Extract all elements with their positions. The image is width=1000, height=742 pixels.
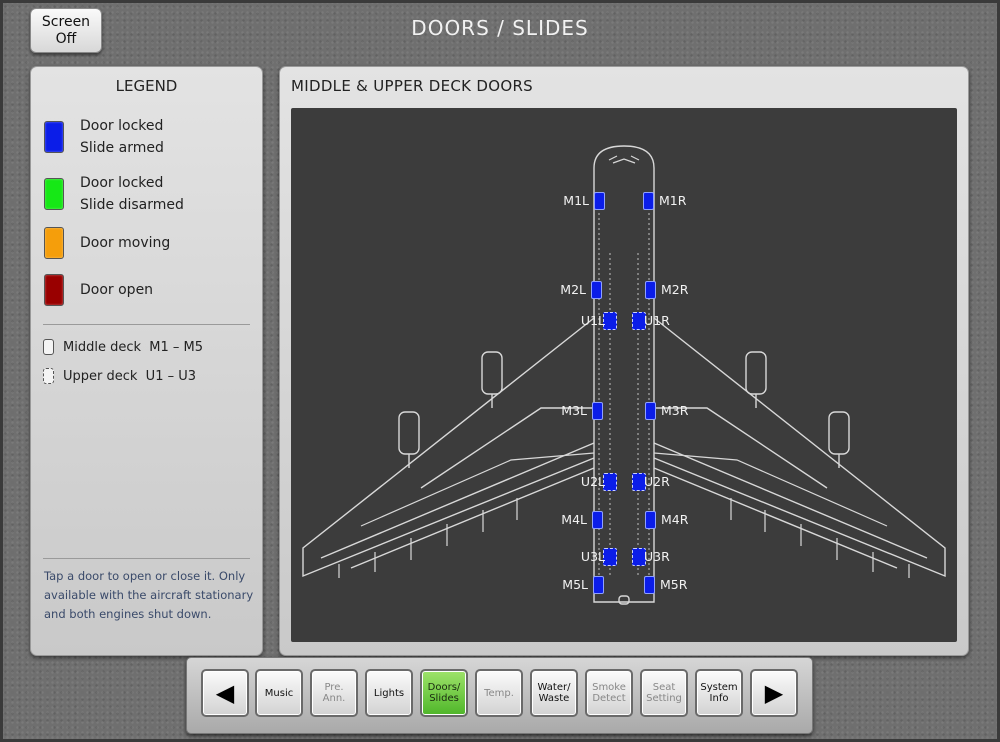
nav-button-label: Music (264, 687, 294, 699)
nav-button-label: Smoke Detect (592, 682, 626, 704)
help-note: Tap a door to open or close it. Only ava… (44, 569, 254, 621)
legend-label: Slide armed (80, 140, 164, 156)
aircraft-diagram: M1L M1R M2L M2R U1L U1R M3L M3R U2L U2R M4L M4R U3L U… (291, 108, 957, 642)
nav-button-label: Pre. Ann. (322, 682, 346, 704)
next-page-button[interactable]: ▶ (750, 669, 798, 717)
legend-upper-deck: Upper deck U1 – U3 (43, 368, 196, 384)
right-arrow-icon: ▶ (764, 678, 784, 707)
door-m1l[interactable] (594, 192, 605, 210)
door-label: U1R (644, 313, 670, 328)
nav-smoke-detect-button[interactable]: Smoke Detect (585, 669, 633, 717)
door-label: M3R (661, 403, 689, 418)
door-m2l[interactable] (591, 281, 602, 299)
legend-label: Slide disarmed (80, 197, 184, 213)
nav-system-info-button[interactable]: System Info (695, 669, 743, 717)
door-u2l[interactable] (603, 473, 617, 491)
divider (43, 558, 250, 559)
nav-button-label: System Info (700, 682, 738, 704)
door-label: U1L (580, 313, 605, 328)
door-label: M3L (561, 403, 587, 418)
green-swatch (44, 178, 64, 210)
door-m4r[interactable] (645, 511, 656, 529)
legend-middle-deck: Middle deck M1 – M5 (43, 339, 203, 355)
nav-button-label: Seat Setting (646, 682, 682, 704)
door-label: M5R (660, 577, 688, 592)
door-label: M2R (661, 282, 689, 297)
legend-item-open: Door open (44, 274, 153, 306)
orange-swatch (44, 227, 64, 259)
nav-water-waste-button[interactable]: Water/ Waste (530, 669, 578, 717)
panel-title: MIDDLE & UPPER DECK DOORS (291, 77, 533, 95)
door-m2r[interactable] (645, 281, 656, 299)
nav-temp-button[interactable]: Temp. (475, 669, 523, 717)
divider (43, 324, 250, 325)
door-u1l[interactable] (603, 312, 617, 330)
blue-swatch (44, 121, 64, 153)
legend-title: LEGEND (115, 77, 178, 95)
bottom-navigation: ◀ Music Pre. Ann. Lights Doors/ Slides T… (186, 657, 813, 734)
nav-music-button[interactable]: Music (255, 669, 303, 717)
door-m5l[interactable] (593, 576, 604, 594)
nav-button-label: Doors/ Slides (427, 682, 461, 704)
door-m1r[interactable] (643, 192, 654, 210)
middle-deck-icon (43, 339, 54, 355)
red-swatch (44, 274, 64, 306)
door-label: M4R (661, 512, 689, 527)
legend-panel: LEGEND Door locked Slide armed Door lock… (30, 66, 263, 656)
left-arrow-icon: ◀ (215, 678, 235, 707)
door-u3l[interactable] (603, 548, 617, 566)
legend-label: Door locked (80, 175, 164, 191)
door-m3r[interactable] (645, 402, 656, 420)
previous-page-button[interactable]: ◀ (201, 669, 249, 717)
nav-button-label: Lights (373, 687, 405, 699)
door-label: M4L (561, 512, 587, 527)
nav-button-label: Water/ Waste (537, 682, 571, 704)
nav-seat-setting-button[interactable]: Seat Setting (640, 669, 688, 717)
door-label: M2L (560, 282, 586, 297)
aircraft-outline-icon (302, 145, 946, 605)
deck-label: Middle deck M1 – M5 (63, 339, 204, 355)
nav-lights-button[interactable]: Lights (365, 669, 413, 717)
door-m5r[interactable] (644, 576, 655, 594)
page-title: DOORS / SLIDES (411, 16, 589, 40)
nav-doors-slides-button[interactable]: Doors/ Slides (420, 669, 468, 717)
door-label: M5L (562, 577, 588, 592)
legend-label: Door locked (80, 118, 164, 134)
door-label: M1L (563, 193, 589, 208)
door-label: U2R (644, 474, 670, 489)
upper-deck-icon (43, 368, 54, 384)
deck-label: Upper deck U1 – U3 (63, 368, 197, 384)
door-label: U3L (580, 549, 605, 564)
nav-pre-ann-button[interactable]: Pre. Ann. (310, 669, 358, 717)
legend-item-disarmed: Door locked Slide disarmed (44, 172, 184, 216)
door-m3l[interactable] (592, 402, 603, 420)
door-label: M1R (659, 193, 687, 208)
legend-item-armed: Door locked Slide armed (44, 115, 164, 159)
legend-label: Door moving (80, 235, 171, 251)
nav-button-label: Temp. (484, 687, 514, 699)
doors-panel: MIDDLE & UPPER DECK DOORS M1L M1R M2L M2… (279, 66, 969, 656)
legend-label: Door open (80, 282, 154, 298)
legend-item-moving: Door moving (44, 227, 170, 259)
door-label: U3R (644, 549, 670, 564)
door-m4l[interactable] (592, 511, 603, 529)
door-label: U2L (580, 474, 605, 489)
